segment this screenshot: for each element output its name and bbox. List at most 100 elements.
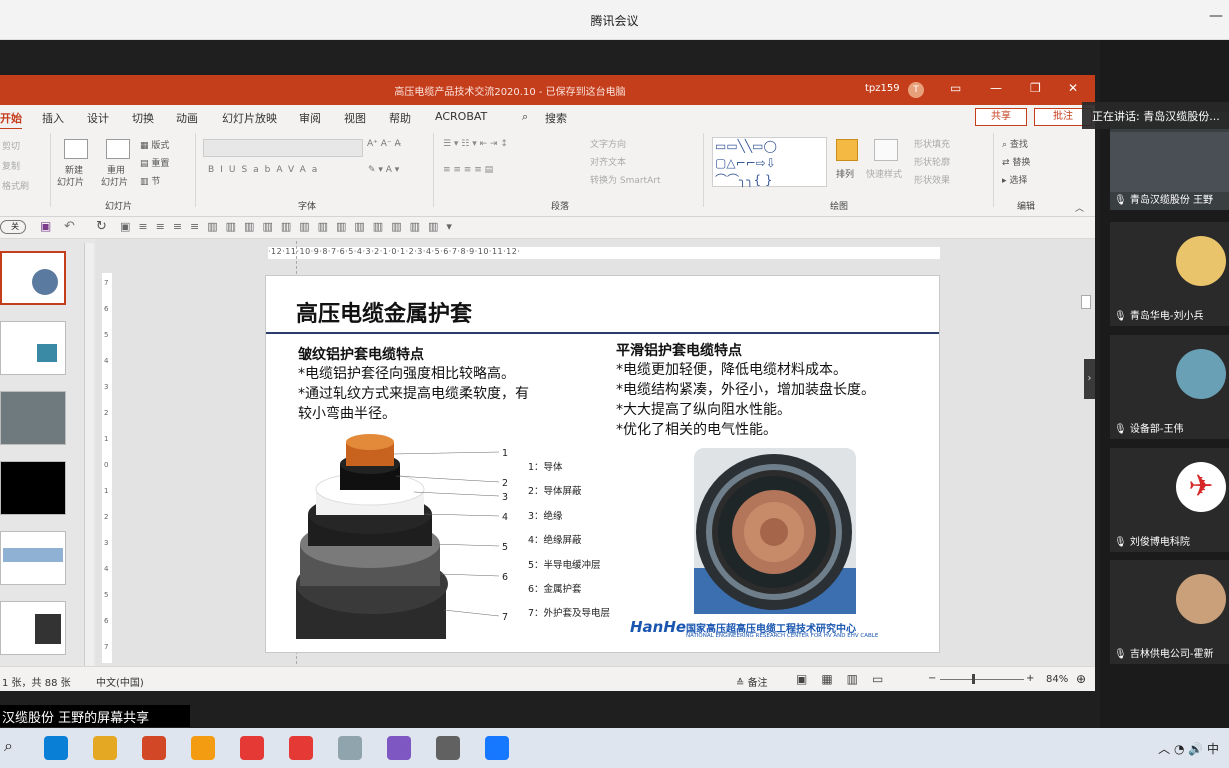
- close-icon[interactable]: ✕: [1068, 81, 1078, 95]
- user-name[interactable]: tpz159: [865, 83, 900, 94]
- section-button[interactable]: ▥ 节: [140, 174, 160, 187]
- search-tool-icon[interactable]: [191, 736, 215, 760]
- list-icons[interactable]: ☰ ▾ ☷ ▾ ⇤ ⇥ ↕: [443, 139, 508, 149]
- left-text-block[interactable]: *电缆铝护套径向强度相比较略高。 *通过轧纹方式来提高电缆柔软度，有 较小弯曲半…: [298, 364, 529, 424]
- font-color-icons[interactable]: ✎ ▾ A ▾: [368, 165, 399, 175]
- zoom-in-button[interactable]: +: [1026, 673, 1034, 684]
- font-name-dropdown[interactable]: [203, 139, 363, 157]
- ime-indicator[interactable]: 中: [1207, 742, 1219, 756]
- ribbon-display-icon[interactable]: ▭: [950, 81, 961, 95]
- slide-title[interactable]: 高压电缆金属护套: [296, 296, 472, 328]
- strikethrough-button[interactable]: ab: [253, 165, 276, 175]
- align-text-button[interactable]: 对齐文本: [590, 155, 626, 168]
- app-icon[interactable]: [436, 736, 460, 760]
- font-size-icons[interactable]: A⁺ A⁻ A̶: [367, 139, 401, 149]
- search-icon[interactable]: ⌕: [522, 110, 528, 124]
- app-icon[interactable]: [289, 736, 313, 760]
- format-painter-button[interactable]: 格式刷: [2, 179, 29, 192]
- system-tray[interactable]: ︿ ◔ 🔊 中: [1158, 740, 1219, 757]
- qat-tools[interactable]: ▣≡≡≡≡▥▥▥▥▥▥▥▥▥▥▥▥▥▾: [120, 220, 460, 233]
- view-buttons[interactable]: ▣▦▥▭: [796, 672, 897, 686]
- notes-button[interactable]: ≙ 备注: [736, 674, 768, 689]
- copy-button[interactable]: 复制: [2, 159, 20, 172]
- powerpoint-icon[interactable]: [142, 736, 166, 760]
- panel-expand-handle[interactable]: ›: [1084, 359, 1095, 399]
- participant-tile[interactable]: 🎙 吉林供电公司-霍新: [1110, 560, 1229, 664]
- italic-button[interactable]: I: [220, 165, 229, 175]
- tab-insert[interactable]: 插入: [42, 110, 64, 126]
- participant-tile[interactable]: ✈ 🎙 刘俊博电科院: [1110, 448, 1229, 552]
- shadow-button[interactable]: S: [241, 165, 253, 175]
- replace-button[interactable]: ⇄ 替换: [1002, 155, 1030, 168]
- change-case-button[interactable]: Aa: [300, 165, 324, 175]
- file-explorer-icon[interactable]: [93, 736, 117, 760]
- search-icon[interactable]: ⌕: [4, 736, 13, 756]
- share-button[interactable]: 共享: [975, 108, 1027, 126]
- tab-design[interactable]: 设计: [87, 110, 109, 126]
- avatar[interactable]: T: [908, 82, 924, 98]
- language-indicator[interactable]: 中文(中国): [96, 674, 144, 689]
- slide[interactable]: 高压电缆金属护套 皱纹铝护套电缆特点 *电缆铝护套径向强度相比较略高。 *通过轧…: [265, 275, 940, 653]
- shapes-gallery[interactable]: ▭▭╲╲▭◯ ▢△⌐⌐⇨⇩ ⌒⌒╮╮{ }: [712, 137, 827, 187]
- slide-thumbnail[interactable]: [0, 321, 66, 375]
- shape-outline-button[interactable]: 形状轮廓: [914, 155, 950, 168]
- select-button[interactable]: ▸ 选择: [1002, 173, 1027, 186]
- align-icons[interactable]: ≡ ≡ ≡ ≡ ▤: [443, 165, 493, 175]
- search-box[interactable]: 搜索: [545, 110, 567, 126]
- save-icon[interactable]: ▣: [40, 219, 51, 233]
- tab-animations[interactable]: 动画: [176, 110, 198, 126]
- underline-button[interactable]: U: [229, 165, 242, 175]
- tab-view[interactable]: 视图: [344, 110, 366, 126]
- tab-home[interactable]: 开始: [0, 110, 22, 130]
- reuse-slide-icon[interactable]: [106, 139, 130, 159]
- font-style-buttons[interactable]: BIUSabAVAa: [208, 165, 323, 175]
- edge-icon[interactable]: [44, 736, 68, 760]
- shape-fill-button[interactable]: 形状填充: [914, 137, 950, 150]
- restore-icon[interactable]: ❐: [1030, 81, 1041, 95]
- bold-button[interactable]: B: [208, 165, 220, 175]
- zoom-out-button[interactable]: −: [928, 673, 936, 684]
- zoom-slider-thumb[interactable]: [972, 674, 975, 684]
- cable-cutaway-image[interactable]: [294, 434, 534, 639]
- thumbnail-scrollbar[interactable]: [84, 243, 94, 691]
- tab-slideshow[interactable]: 幻灯片放映: [222, 110, 277, 126]
- new-slide-label-2[interactable]: 幻灯片: [57, 175, 84, 188]
- tab-help[interactable]: 帮助: [389, 110, 411, 126]
- tab-acrobat[interactable]: ACROBAT: [435, 110, 487, 123]
- minimize-icon[interactable]: —: [990, 81, 1002, 95]
- arrange-label[interactable]: 排列: [836, 167, 854, 180]
- fit-slide-icon[interactable]: ⊕: [1076, 672, 1086, 686]
- tab-transitions[interactable]: 切换: [132, 110, 154, 126]
- participant-tile[interactable]: 🎙 青岛华电-刘小兵: [1110, 222, 1229, 326]
- arrange-icon[interactable]: [836, 139, 858, 161]
- quick-styles-label[interactable]: 快速样式: [866, 167, 902, 180]
- minimize-button[interactable]: —: [1209, 8, 1223, 24]
- text-direction-button[interactable]: 文字方向: [590, 137, 626, 150]
- layout-button[interactable]: ▦ 版式: [140, 138, 169, 151]
- slide-thumbnail[interactable]: [0, 601, 66, 655]
- right-text-block[interactable]: *电缆更加轻便，降低电缆材料成本。 *电缆结构紧凑，外径小，增加装盘长度。 *大…: [616, 360, 875, 440]
- participant-tile[interactable]: 🎙 设备部-王伟: [1110, 335, 1229, 439]
- find-button[interactable]: ⌕ 查找: [1002, 137, 1028, 150]
- tencent-meeting-icon[interactable]: [485, 736, 509, 760]
- reuse-slide-label-2[interactable]: 幻灯片: [101, 175, 128, 188]
- cable-cross-section-photo[interactable]: [694, 448, 856, 614]
- left-heading[interactable]: 皱纹铝护套电缆特点: [298, 344, 424, 364]
- app-icon[interactable]: [338, 736, 362, 760]
- vertical-scroll-thumb[interactable]: [1081, 295, 1091, 309]
- smartart-button[interactable]: 转换为 SmartArt: [590, 173, 660, 186]
- app-icon[interactable]: [387, 736, 411, 760]
- collapse-ribbon-icon[interactable]: ︿: [1075, 201, 1084, 214]
- redo-icon[interactable]: ↻: [96, 219, 107, 234]
- new-slide-icon[interactable]: [64, 139, 88, 159]
- spacing-button[interactable]: AV: [276, 165, 299, 175]
- shape-effects-button[interactable]: 形状效果: [914, 173, 950, 186]
- reset-button[interactable]: ▤ 重置: [140, 156, 169, 169]
- app-icon[interactable]: [240, 736, 264, 760]
- tab-review[interactable]: 审阅: [299, 110, 321, 126]
- zoom-slider[interactable]: [940, 679, 1024, 680]
- slide-thumbnail[interactable]: [0, 461, 66, 515]
- autosave-toggle[interactable]: 关: [0, 220, 26, 234]
- slide-thumbnail[interactable]: [0, 531, 66, 585]
- undo-icon[interactable]: ↶: [64, 219, 75, 234]
